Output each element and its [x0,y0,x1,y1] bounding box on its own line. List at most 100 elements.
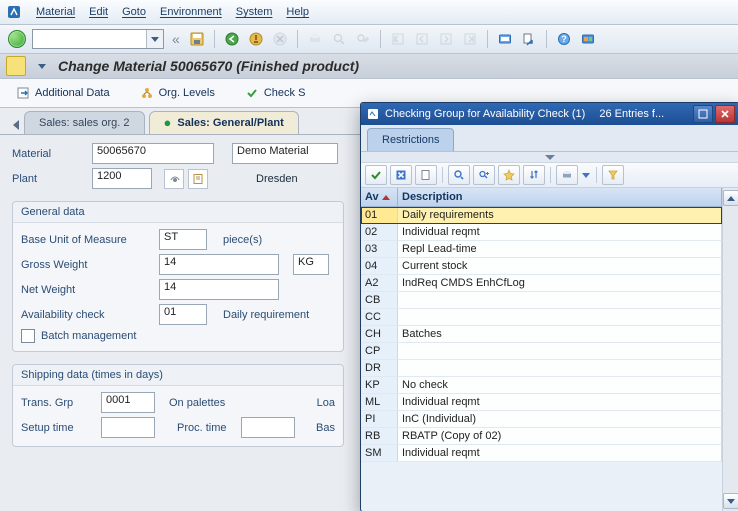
back-icon[interactable] [223,30,241,48]
dialog-tab-strip: Restrictions [361,125,738,152]
cancel-selection-icon[interactable] [390,165,412,185]
table-row[interactable]: 02Individual reqmt [361,224,722,241]
personalize-button[interactable] [693,105,713,123]
cell-description: IndReq CMDS EnhCfLog [398,275,722,292]
tab-sales-general-plant[interactable]: ●Sales: General/Plant [149,111,299,134]
weight-unit-field[interactable]: KG [293,254,329,275]
customize-layout-icon[interactable] [579,30,597,48]
sort-icon[interactable] [523,165,545,185]
availability-check-label: Availability check [21,309,151,321]
menu-system[interactable]: System [236,6,273,18]
cell-av: 02 [361,224,398,241]
table-row[interactable]: RBRBATP (Copy of 02) [361,428,722,445]
print-icon[interactable] [556,165,578,185]
display-plant-icon[interactable] [164,169,184,189]
table-row[interactable]: 03Repl Lead-time [361,241,722,258]
tab-scroll-left-icon[interactable] [8,116,24,134]
generate-shortcut-icon[interactable] [520,30,538,48]
page-title: Change Material 50065670 (Finished produ… [58,58,359,74]
gross-weight-label: Gross Weight [21,259,151,271]
find-icon [330,30,348,48]
trans-grp-field[interactable]: 0001 [101,392,155,413]
personal-list-icon[interactable] [498,165,520,185]
cell-description: RBATP (Copy of 02) [398,428,722,445]
additional-data-button[interactable]: Additional Data [10,81,116,105]
enter-ok-icon[interactable] [8,30,26,48]
menu-material[interactable]: Material [36,6,75,18]
last-page-icon [461,30,479,48]
plant-field[interactable]: 1200 [92,168,152,189]
groupbox-title: General data [13,202,343,223]
cell-av: PI [361,411,398,428]
proc-time-label: Proc. time [177,422,227,434]
scroll-down-icon[interactable] [723,493,738,509]
cell-av: CC [361,309,398,326]
material-desc-field[interactable]: Demo Material [232,143,338,164]
vertical-scrollbar[interactable] [722,188,738,511]
filter-icon[interactable] [602,165,624,185]
menu-environment[interactable]: Environment [160,6,222,18]
new-session-icon[interactable] [496,30,514,48]
table-row[interactable]: SMIndividual reqmt [361,445,722,462]
table-row[interactable]: CB [361,292,722,309]
cancel-icon[interactable] [271,30,289,48]
proc-time-field[interactable] [241,417,295,438]
column-header-description[interactable]: Description [398,188,722,206]
gross-weight-field[interactable]: 14 [159,254,279,275]
menu-edit[interactable]: Edit [89,6,108,18]
value-help-icon[interactable] [188,169,208,189]
find-next-icon[interactable] [473,165,495,185]
table-row[interactable]: CHBatches [361,326,722,343]
exit-icon[interactable] [247,30,265,48]
print-dropdown-icon[interactable] [581,166,591,184]
loading-grp-label: Loa [317,397,335,409]
transaction-title-bar: Change Material 50065670 (Finished produ… [0,54,738,79]
help-icon[interactable]: ? [555,30,573,48]
column-header-av[interactable]: Av [361,188,398,206]
new-search-icon[interactable] [415,165,437,185]
table-row[interactable]: 04Current stock [361,258,722,275]
availability-check-text: Daily requirement [223,309,309,321]
cell-av: 04 [361,258,398,275]
uom-field[interactable]: ST [159,229,207,250]
table-row[interactable]: CC [361,309,722,326]
tab-restrictions[interactable]: Restrictions [367,128,454,151]
setup-time-label: Setup time [21,422,93,434]
table-row[interactable]: 01Daily requirements [361,207,722,224]
org-levels-button[interactable]: Org. Levels [134,81,221,105]
scroll-up-icon[interactable] [723,190,738,206]
menu-goto[interactable]: Goto [122,6,146,18]
check-screen-button[interactable]: Check S [239,81,312,105]
first-page-icon [389,30,407,48]
cell-av: KP [361,377,398,394]
next-page-icon [437,30,455,48]
collapse-search-area[interactable] [361,152,738,163]
accept-icon[interactable] [365,165,387,185]
net-weight-field[interactable]: 14 [159,279,279,300]
table-row[interactable]: CP [361,343,722,360]
batch-management-checkbox[interactable]: Batch management [21,329,335,343]
menu-help[interactable]: Help [286,6,309,18]
table-row[interactable]: MLIndividual reqmt [361,394,722,411]
table-row[interactable]: KPNo check [361,377,722,394]
find-next-icon [354,30,372,48]
material-label: Material [12,148,84,160]
tab-label: Restrictions [382,134,439,146]
table-row[interactable]: DR [361,360,722,377]
cell-av: 01 [361,207,398,224]
material-field[interactable]: 50065670 [92,143,214,164]
collapse-toolbar-icon[interactable]: « [170,31,182,47]
table-row[interactable]: A2IndReq CMDS EnhCfLog [361,275,722,292]
command-field[interactable] [32,29,164,49]
tab-sales-org-2[interactable]: Sales: sales org. 2 [24,111,145,134]
cell-description: Repl Lead-time [398,241,722,258]
save-icon[interactable] [188,30,206,48]
close-button[interactable] [715,105,735,123]
find-icon[interactable] [448,165,470,185]
table-row[interactable]: PIInC (Individual) [361,411,722,428]
availability-check-field[interactable]: 01 [159,304,207,325]
command-field-dropdown-icon[interactable] [146,30,163,48]
dialog-title-bar: Checking Group for Availability Check (1… [361,103,738,125]
setup-time-field[interactable] [101,417,155,438]
title-menu-icon[interactable] [34,58,50,74]
